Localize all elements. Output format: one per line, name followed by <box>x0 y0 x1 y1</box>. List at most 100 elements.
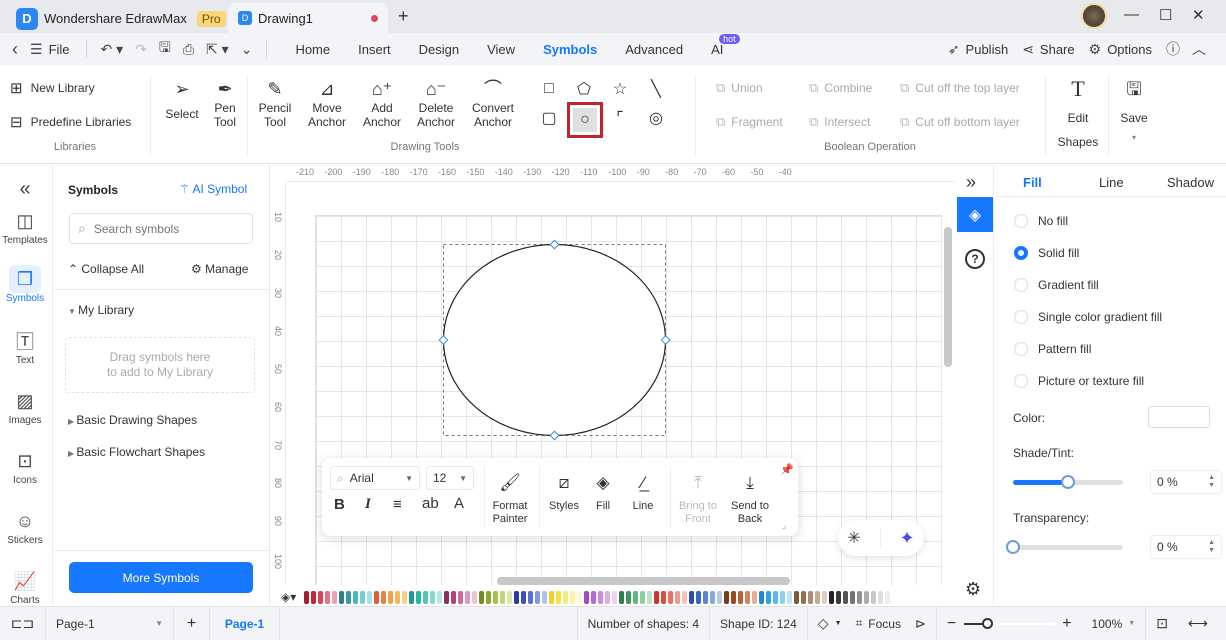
menu-advanced[interactable]: Advanced <box>617 42 691 57</box>
color-swatch[interactable] <box>633 590 639 604</box>
color-swatch[interactable] <box>521 590 527 604</box>
move-anchor-button[interactable]: ⊿ Move Anchor <box>304 77 350 129</box>
add-anchor-button[interactable]: ⌂⁺ Add Anchor <box>359 77 405 129</box>
combine-button[interactable]: ⧉ Combine <box>809 80 872 96</box>
color-swatch[interactable] <box>675 590 681 604</box>
font-family-select[interactable]: ⌕ Arial ▼ <box>330 466 420 490</box>
fragment-button[interactable]: ⧉ Fragment <box>716 114 783 130</box>
ai-symbol-button[interactable]: ⚚ AI Symbol <box>179 182 247 196</box>
spinner-arrows-icon[interactable]: ▲ ▼ <box>1208 474 1215 490</box>
document-tab[interactable]: D Drawing1 <box>228 3 388 33</box>
pen-tool-button[interactable]: ✒ Pen Tool <box>208 77 242 129</box>
menu-symbols[interactable]: Symbols <box>535 42 605 57</box>
menu-home[interactable]: Home <box>287 42 338 57</box>
styles-button[interactable]: ⧄ Styles <box>544 470 584 513</box>
color-swatch[interactable] <box>416 590 422 604</box>
format-painter-button[interactable]: 🖌 Format Painter <box>488 470 532 526</box>
color-swatch[interactable] <box>773 590 779 604</box>
export-icon[interactable]: ⇱ ▾ <box>200 41 235 58</box>
color-swatch[interactable] <box>381 590 387 604</box>
color-swatch[interactable] <box>591 590 597 604</box>
color-swatch[interactable] <box>577 590 583 604</box>
color-swatch[interactable] <box>353 590 359 604</box>
color-swatch[interactable] <box>745 590 751 604</box>
expand-corner-icon[interactable]: ⌟ <box>782 520 786 531</box>
search-symbols[interactable]: ⌕ <box>69 213 253 244</box>
color-swatch[interactable] <box>479 590 485 604</box>
cut-bottom-layer-button[interactable]: ⧉ Cut off bottom layer <box>900 114 1020 130</box>
save-dropdown-icon[interactable]: ▾ <box>1132 131 1136 145</box>
color-swatch[interactable] <box>647 590 653 604</box>
color-swatch[interactable] <box>556 590 562 604</box>
collapse-panel-button[interactable]: « <box>0 175 50 203</box>
horizontal-scrollbar[interactable] <box>497 577 790 585</box>
color-swatch[interactable] <box>640 590 646 604</box>
color-swatch[interactable] <box>717 590 723 604</box>
color-swatch[interactable] <box>318 590 324 604</box>
manage-button[interactable]: ⚙ Manage <box>191 262 248 276</box>
file-menu[interactable]: File <box>49 42 78 57</box>
page-select[interactable]: Page-1 ▼ <box>46 607 174 640</box>
save-icon[interactable]: 🖫 <box>153 37 177 61</box>
color-swatch[interactable] <box>402 590 408 604</box>
color-swatch[interactable] <box>794 590 800 604</box>
slider-thumb[interactable] <box>1006 540 1020 554</box>
search-input[interactable] <box>93 221 234 236</box>
color-swatch[interactable] <box>367 590 373 604</box>
color-swatch[interactable] <box>843 590 849 604</box>
color-swatch[interactable] <box>801 590 807 604</box>
color-swatch[interactable] <box>437 590 443 604</box>
cut-top-layer-button[interactable]: ⧉ Cut off the top layer <box>900 80 1020 96</box>
rail-templates[interactable]: ◫ Templates <box>0 207 50 247</box>
color-swatch[interactable] <box>409 590 415 604</box>
play-button[interactable]: ⊳ <box>905 607 937 640</box>
vertical-scrollbar[interactable] <box>944 227 952 367</box>
color-swatch[interactable] <box>304 590 310 604</box>
transparency-input[interactable]: 0 % ▲ ▼ <box>1150 535 1222 559</box>
color-swatch[interactable] <box>395 590 401 604</box>
fit-width-icon[interactable]: ⟷ <box>1178 607 1218 640</box>
color-swatch[interactable] <box>605 590 611 604</box>
layers-button[interactable]: ◇ ▼ <box>808 607 852 640</box>
more-symbols-button[interactable]: More Symbols <box>69 562 253 593</box>
color-swatch[interactable] <box>535 590 541 604</box>
color-swatch[interactable] <box>696 590 702 604</box>
color-swatch[interactable] <box>528 590 534 604</box>
color-swatch[interactable] <box>584 590 590 604</box>
color-swatch[interactable] <box>731 590 737 604</box>
radio-gradient-fill[interactable]: Gradient fill <box>1014 278 1099 292</box>
color-swatch[interactable] <box>654 590 660 604</box>
rail-stickers[interactable]: ☺ Stickers <box>0 507 50 547</box>
zoom-in-button[interactable]: + <box>1062 615 1071 633</box>
color-swatch[interactable] <box>703 590 709 604</box>
redo-icon[interactable]: ↷ <box>129 41 153 58</box>
spiral-shape-icon[interactable]: ◎ <box>643 105 669 131</box>
color-swatch[interactable] <box>724 590 730 604</box>
close-button[interactable]: ✕ <box>1192 6 1205 24</box>
font-size-select[interactable]: 12 ▼ <box>426 466 474 490</box>
publish-button[interactable]: Publish <box>966 42 1017 57</box>
ellipse-shape-icon[interactable]: ○ <box>567 102 603 138</box>
zoom-out-button[interactable]: − <box>947 615 956 633</box>
radio-single-color-gradient[interactable]: Single color gradient fill <box>1014 310 1162 324</box>
hamburger-icon[interactable]: ☰ <box>24 41 49 58</box>
undo-icon[interactable]: ↶ ▾ <box>95 41 130 58</box>
color-swatch[interactable] <box>668 590 674 604</box>
color-swatch[interactable] <box>360 590 366 604</box>
color-swatch[interactable] <box>570 590 576 604</box>
my-library-section[interactable]: ▼ My Library <box>68 303 134 317</box>
new-tab-button[interactable]: + <box>398 6 409 27</box>
print-icon[interactable]: ⎙ <box>177 41 200 58</box>
zoom-slider[interactable] <box>964 617 1055 629</box>
rail-images[interactable]: ▨ Images <box>0 387 50 427</box>
shade-slider[interactable] <box>1013 475 1123 489</box>
radio-pattern-fill[interactable]: Pattern fill <box>1014 342 1091 356</box>
arc-shape-icon[interactable]: ⌜ <box>607 105 633 131</box>
select-tool-button[interactable]: ➢ Select <box>163 77 201 121</box>
color-swatch[interactable] <box>339 590 345 604</box>
color-swatch[interactable] <box>766 590 772 604</box>
color-swatch[interactable] <box>493 590 499 604</box>
color-swatch[interactable] <box>612 590 618 604</box>
color-swatch[interactable] <box>808 590 814 604</box>
my-library-dropzone[interactable]: Drag symbols here to add to My Library <box>65 337 255 393</box>
